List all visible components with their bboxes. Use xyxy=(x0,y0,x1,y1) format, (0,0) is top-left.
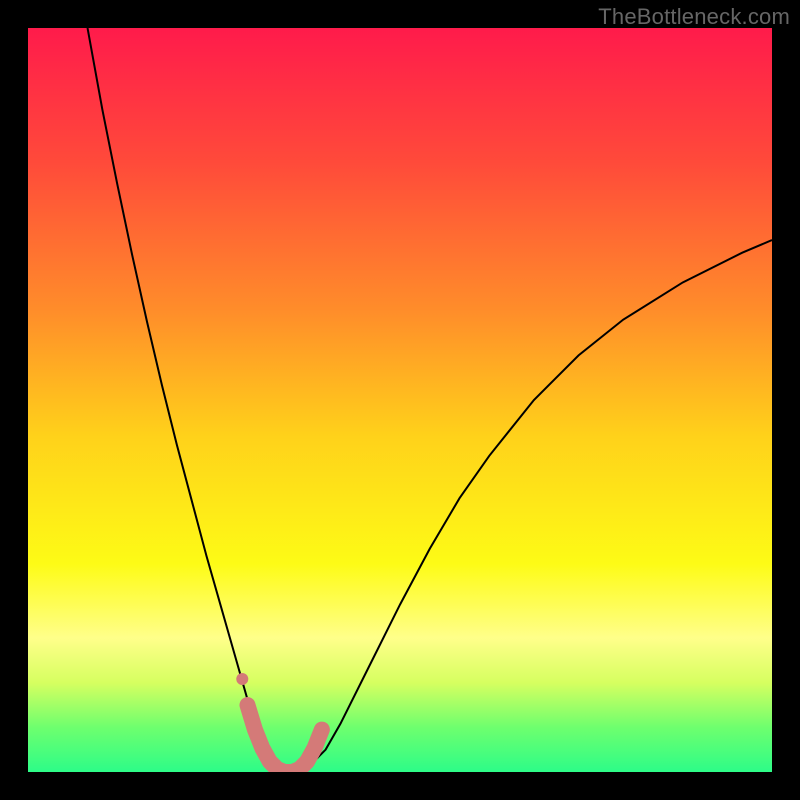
highlight-dot xyxy=(236,673,248,685)
bottleneck-chart xyxy=(28,28,772,772)
chart-frame: TheBottleneck.com xyxy=(0,0,800,800)
gradient-background xyxy=(28,28,772,772)
marker-layer xyxy=(236,673,248,685)
watermark-text: TheBottleneck.com xyxy=(598,4,790,30)
